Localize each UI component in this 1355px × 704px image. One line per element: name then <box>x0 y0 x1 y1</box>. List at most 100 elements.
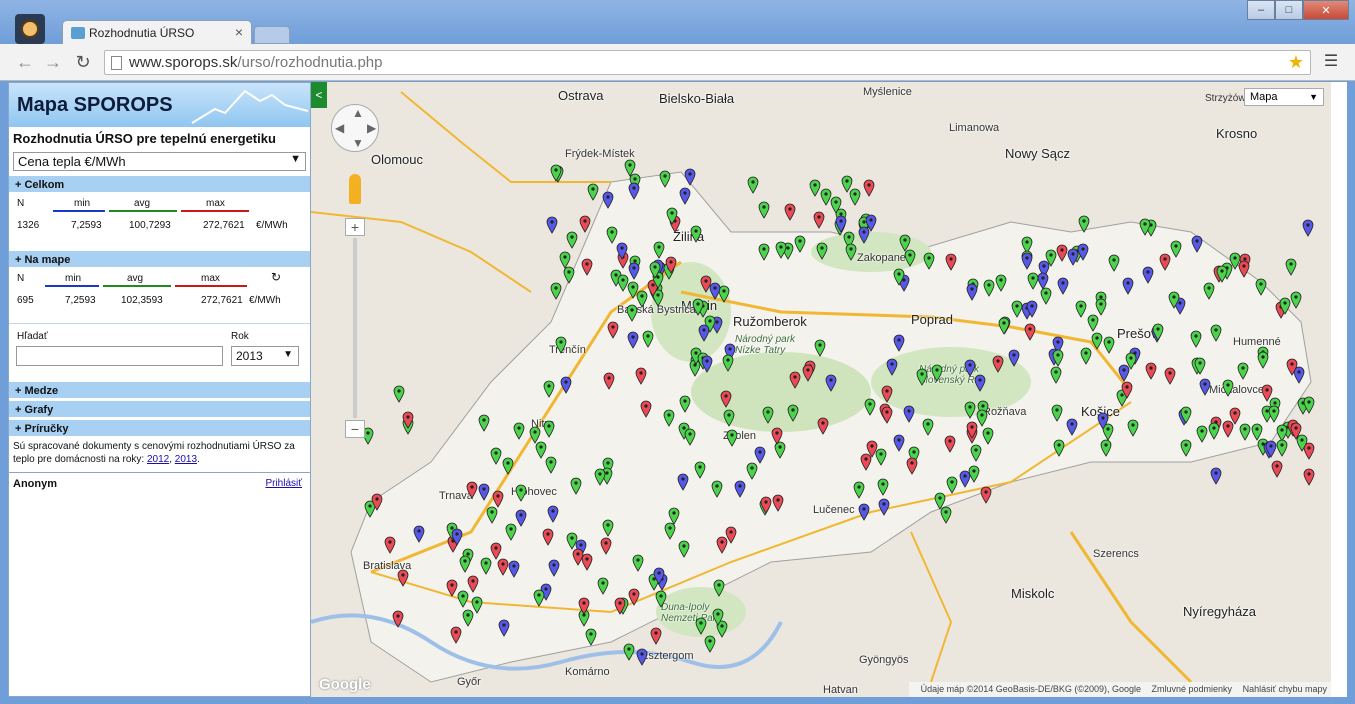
refresh-icon[interactable]: ↻ <box>271 270 281 284</box>
map-marker-icon[interactable] <box>746 462 758 480</box>
map-marker-icon[interactable] <box>548 559 560 577</box>
map-marker-icon[interactable] <box>725 526 737 544</box>
metric-select[interactable]: Cena tepla €/MWh ▼ <box>13 152 306 171</box>
map-marker-icon[interactable] <box>1050 366 1062 384</box>
map-marker-icon[interactable] <box>853 481 865 499</box>
map-marker-icon[interactable] <box>695 617 707 635</box>
map-marker-icon[interactable] <box>616 242 628 260</box>
map-marker-icon[interactable] <box>515 484 527 502</box>
map-marker-icon[interactable] <box>655 590 667 608</box>
user-avatar-icon[interactable] <box>15 14 45 44</box>
map-marker-icon[interactable] <box>413 525 425 543</box>
zoom-out-button[interactable]: − <box>345 420 365 438</box>
map-marker-icon[interactable] <box>864 398 876 416</box>
map-marker-icon[interactable] <box>1303 468 1315 486</box>
map-marker-icon[interactable] <box>570 477 582 495</box>
map-marker-icon[interactable] <box>789 371 801 389</box>
map-marker-icon[interactable] <box>600 537 612 555</box>
map-marker-icon[interactable] <box>632 554 644 572</box>
map-marker-icon[interactable] <box>1121 381 1133 399</box>
map-marker-icon[interactable] <box>940 506 952 524</box>
map-marker-icon[interactable] <box>547 505 559 523</box>
year-select[interactable]: 2013 ▼ <box>231 346 299 366</box>
map-marker-icon[interactable] <box>466 481 478 499</box>
map-marker-icon[interactable] <box>692 298 704 316</box>
map-marker-icon[interactable] <box>1222 379 1234 397</box>
map-marker-icon[interactable] <box>513 422 525 440</box>
map-marker-icon[interactable] <box>722 354 734 372</box>
map-marker-icon[interactable] <box>1180 439 1192 457</box>
map-marker-icon[interactable] <box>1302 219 1314 237</box>
map-marker-icon[interactable] <box>446 579 458 597</box>
map-marker-icon[interactable] <box>817 417 829 435</box>
map-marker-icon[interactable] <box>636 648 648 666</box>
map-marker-icon[interactable] <box>545 456 557 474</box>
map-marker-icon[interactable] <box>679 187 691 205</box>
map-marker-icon[interactable] <box>1125 352 1137 370</box>
map-marker-icon[interactable] <box>877 478 889 496</box>
map-marker-icon[interactable] <box>1122 277 1134 295</box>
map-marker-icon[interactable] <box>597 577 609 595</box>
map-marker-icon[interactable] <box>734 480 746 498</box>
zoom-in-button[interactable]: + <box>345 218 365 236</box>
map-marker-icon[interactable] <box>627 331 639 349</box>
map-marker-icon[interactable] <box>893 268 905 286</box>
back-arrow-icon[interactable]: ← <box>14 52 36 74</box>
map-marker-icon[interactable] <box>502 457 514 475</box>
map-marker-icon[interactable] <box>678 540 690 558</box>
map-marker-icon[interactable] <box>794 235 806 253</box>
map-marker-icon[interactable] <box>594 468 606 486</box>
map-marker-icon[interactable] <box>640 400 652 418</box>
map-marker-icon[interactable] <box>529 426 541 444</box>
map-marker-icon[interactable] <box>451 528 463 546</box>
map-marker-icon[interactable] <box>1021 252 1033 270</box>
map-marker-icon[interactable] <box>775 241 787 259</box>
search-input[interactable] <box>16 346 223 366</box>
map-marker-icon[interactable] <box>1210 467 1222 485</box>
map-marker-icon[interactable] <box>998 317 1010 335</box>
map-marker-icon[interactable] <box>1091 332 1103 350</box>
year-2013-link[interactable]: 2013 <box>175 454 197 465</box>
map-marker-icon[interactable] <box>863 179 875 197</box>
map-marker-icon[interactable] <box>606 226 618 244</box>
map-marker-icon[interactable] <box>1053 439 1065 457</box>
report-error-link[interactable]: Nahlásiť chybu mapy <box>1243 684 1327 694</box>
map-marker-icon[interactable] <box>663 409 675 427</box>
map-marker-icon[interactable] <box>982 427 994 445</box>
map-marker-icon[interactable] <box>860 453 872 471</box>
close-window-button[interactable]: ✕ <box>1303 0 1349 20</box>
map-marker-icon[interactable] <box>814 339 826 357</box>
map-marker-icon[interactable] <box>1087 314 1099 332</box>
map-marker-icon[interactable] <box>653 567 665 585</box>
tab-close-icon[interactable]: × <box>235 24 243 40</box>
map-marker-icon[interactable] <box>1303 396 1315 414</box>
map-marker-icon[interactable] <box>614 597 626 615</box>
map-marker-icon[interactable] <box>1108 254 1120 272</box>
map-marker-icon[interactable] <box>471 596 483 614</box>
map-type-select[interactable]: Mapa ▼ <box>1244 88 1324 106</box>
map-marker-icon[interactable] <box>698 324 710 342</box>
map-marker-icon[interactable] <box>603 372 615 390</box>
map-marker-icon[interactable] <box>690 225 702 243</box>
map-marker-icon[interactable] <box>980 486 992 504</box>
address-bar[interactable]: www.sporops.sk/urso/rozhodnutia.php ★ <box>104 50 1311 75</box>
map-marker-icon[interactable] <box>392 610 404 628</box>
map-marker-icon[interactable] <box>945 253 957 271</box>
bookmark-star-icon[interactable]: ★ <box>1288 52 1304 73</box>
map-marker-icon[interactable] <box>1229 252 1241 270</box>
map-marker-icon[interactable] <box>587 183 599 201</box>
map-marker-icon[interactable] <box>542 528 554 546</box>
map-marker-icon[interactable] <box>865 214 877 232</box>
map-marker-icon[interactable] <box>992 355 1004 373</box>
map-marker-icon[interactable] <box>881 385 893 403</box>
map-marker-icon[interactable] <box>602 191 614 209</box>
map-marker-icon[interactable] <box>486 506 498 524</box>
map-marker-icon[interactable] <box>1285 258 1297 276</box>
map-canvas[interactable]: Ostrava Bielsko-Biała Myślenice Olomouc … <box>311 82 1331 697</box>
map-marker-icon[interactable] <box>787 404 799 422</box>
map-marker-icon[interactable] <box>665 256 677 274</box>
map-marker-icon[interactable] <box>784 203 796 221</box>
map-marker-icon[interactable] <box>508 560 520 578</box>
map-marker-icon[interactable] <box>1203 282 1215 300</box>
map-marker-icon[interactable] <box>771 427 783 445</box>
